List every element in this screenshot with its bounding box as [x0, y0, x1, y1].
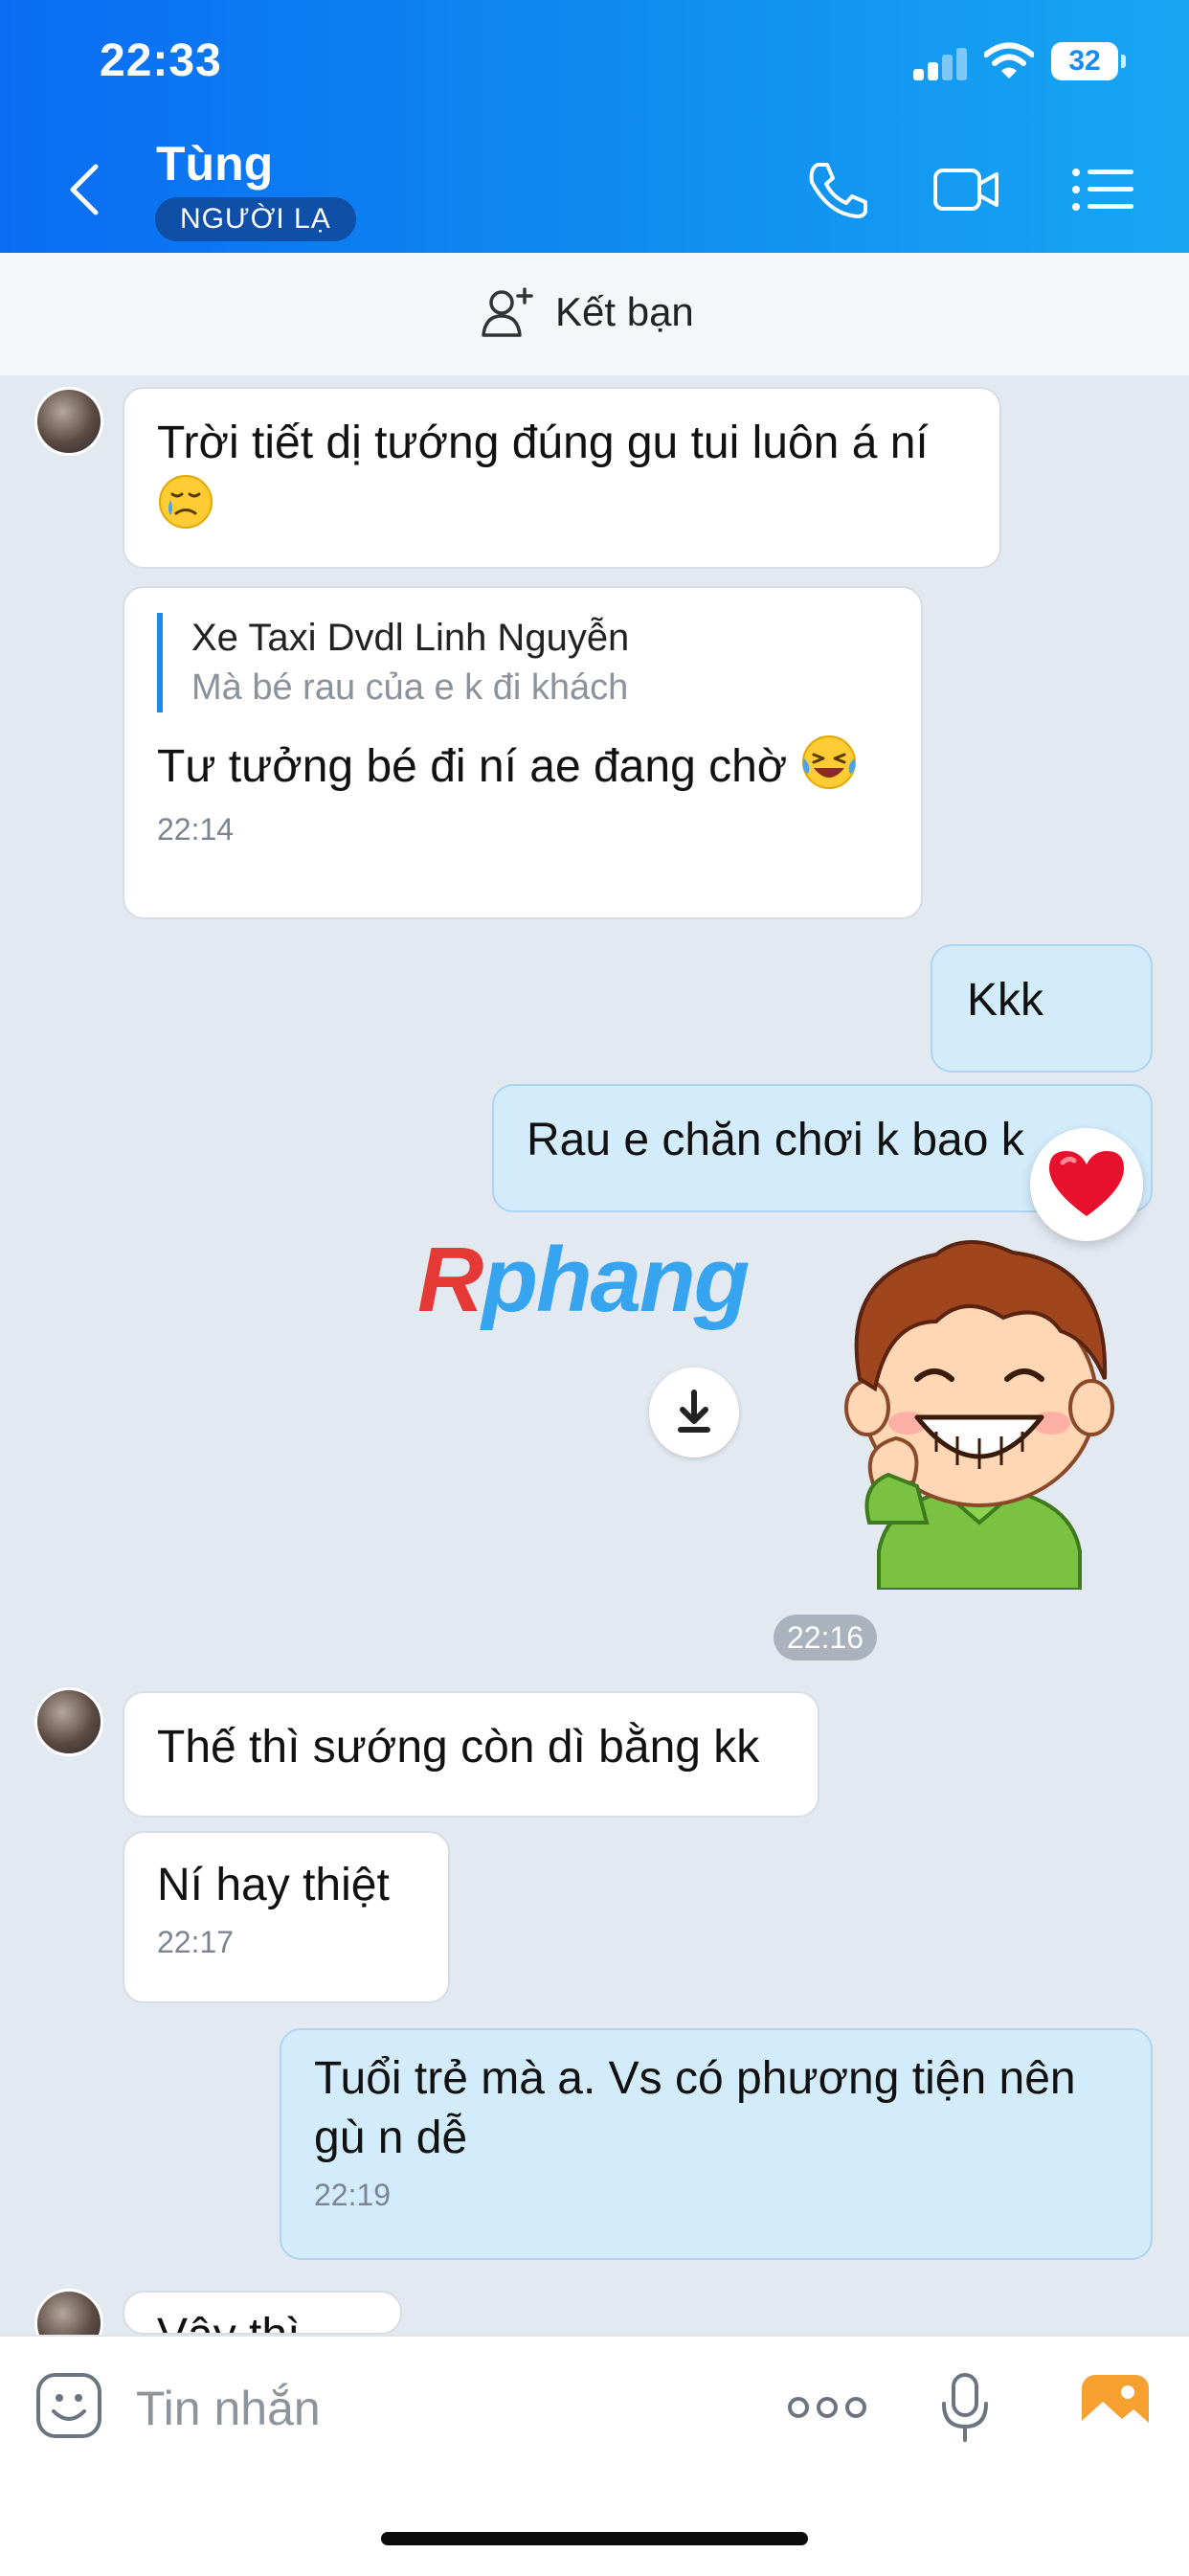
- download-button[interactable]: [649, 1367, 739, 1457]
- menu-list-icon[interactable]: [1070, 159, 1137, 220]
- quote-text: Mà bé rau của e k đi khách: [191, 667, 629, 708]
- microphone-icon[interactable]: [938, 2371, 992, 2446]
- avatar[interactable]: [34, 387, 103, 456]
- message-text: Vậy thì…: [157, 2310, 346, 2333]
- add-friend-bar: Kết bạn: [0, 253, 1189, 375]
- heart-reaction[interactable]: [1030, 1128, 1143, 1241]
- message-time: 22:19: [314, 2178, 392, 2212]
- message-bubble-incoming[interactable]: Thế thì sướng còn dì bằng kk: [123, 1691, 819, 1818]
- sticker-boy-laughing[interactable]: [821, 1235, 1137, 1590]
- message-text-line-2: gù n dễ: [314, 2113, 468, 2163]
- back-icon[interactable]: [59, 161, 111, 218]
- chat-header: 22:33 32 Tùng NGƯỜI LẠ: [0, 0, 1189, 253]
- message-bubble-incoming[interactable]: Ní hay thiệt 22:17: [123, 1831, 450, 2003]
- message-text: Kkk: [967, 975, 1044, 1026]
- phone-icon[interactable]: [804, 159, 871, 220]
- message-time: 22:14: [157, 812, 235, 847]
- cellular-signal-icon: [913, 46, 967, 80]
- home-indicator: [381, 2532, 808, 2545]
- contact-name[interactable]: Tùng: [156, 136, 273, 192]
- message-text: Trời tiết dị tướng đúng gu tui luôn á ní: [157, 418, 929, 468]
- message-bubble-outgoing[interactable]: Tuổi trẻ mà a. Vs có phương tiện nên gù …: [280, 2028, 1153, 2260]
- message-text: Thế thì sướng còn dì bằng kk: [157, 1722, 760, 1773]
- message-time: 22:17: [157, 1925, 235, 1959]
- add-friend-label: Kết bạn: [555, 289, 694, 334]
- photo-gallery-icon[interactable]: [1080, 2373, 1151, 2440]
- wifi-icon: [984, 42, 1034, 79]
- sticker-emoji-icon[interactable]: [34, 2371, 103, 2440]
- video-call-icon[interactable]: [932, 159, 999, 220]
- avatar[interactable]: [34, 1687, 103, 1756]
- add-friend-button[interactable]: Kết bạn: [481, 287, 694, 337]
- message-bubble-incoming-reply[interactable]: Xe Taxi Dvdl Linh Nguyễn Mà bé rau của e…: [123, 586, 923, 919]
- message-text-line-1: Tuổi trẻ mà a. Vs có phương tiện nên: [314, 2053, 1076, 2104]
- heart-icon: [1049, 1151, 1124, 1216]
- more-options-icon[interactable]: [787, 2388, 867, 2427]
- message-text: Rau e chăn chơi k bao k: [527, 1115, 1024, 1165]
- watermark-logo: Rphang: [417, 1229, 750, 1331]
- add-friend-icon: [482, 287, 533, 337]
- message-input[interactable]: [134, 2379, 751, 2438]
- status-time: 22:33: [100, 35, 222, 86]
- battery-icon: 32: [1051, 42, 1126, 80]
- message-bubble-incoming[interactable]: Vậy thì…: [123, 2291, 402, 2335]
- stranger-badge: NGƯỜI LẠ: [155, 197, 356, 241]
- laughing-tears-emoji-icon: [801, 735, 856, 789]
- message-text: Tư tưởng bé đi ní ae đang chờ: [157, 741, 788, 792]
- message-bubble-outgoing[interactable]: Kkk: [931, 944, 1153, 1073]
- quoted-message[interactable]: Xe Taxi Dvdl Linh Nguyễn Mà bé rau của e…: [157, 613, 888, 712]
- time-divider: 22:16: [774, 1615, 877, 1661]
- crying-face-emoji-icon: [159, 475, 213, 529]
- quote-author: Xe Taxi Dvdl Linh Nguyễn: [191, 617, 630, 659]
- download-icon: [678, 1390, 710, 1433]
- message-text: Ní hay thiệt: [157, 1860, 390, 1910]
- message-bubble-incoming[interactable]: Trời tiết dị tướng đúng gu tui luôn á ní: [123, 387, 1001, 569]
